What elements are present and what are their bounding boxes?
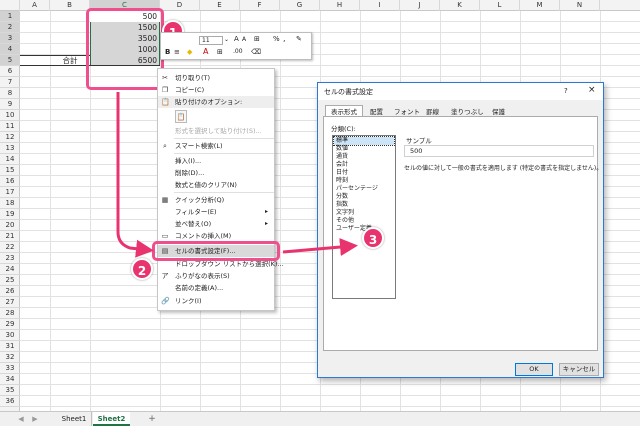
annotation-arrows	[116, 92, 358, 258]
sheet-tab-sheet2[interactable]: Sheet2	[93, 412, 130, 426]
next-sheet-arrow-icon[interactable]: ▶	[30, 412, 40, 426]
add-sheet-button[interactable]: +	[146, 412, 158, 426]
step2-to-step3-arrow	[282, 238, 358, 257]
step1-to-step2-arrow	[116, 92, 154, 258]
prev-sheet-arrow-icon[interactable]: ◀	[16, 412, 26, 426]
sheet-tab-sheet1[interactable]: Sheet1	[57, 412, 92, 426]
sheet-tab-bar: ◀ ▶ Sheet1 Sheet2 +	[0, 411, 640, 426]
